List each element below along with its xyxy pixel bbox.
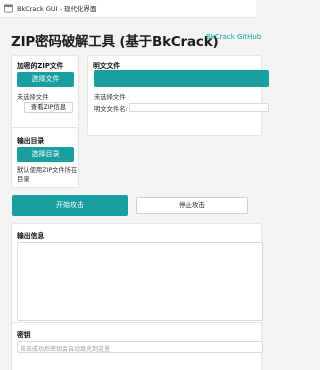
app-icon <box>4 4 13 13</box>
key-card: 密钥 攻击成功后密钥会自动填充到这里 <box>11 322 263 370</box>
window-title: BkCrack GUI - 现代化界面 <box>17 5 97 13</box>
output-log[interactable] <box>17 242 263 321</box>
select-zip-button[interactable]: 选择文件 <box>17 72 74 87</box>
title-bar: BkCrack GUI - 现代化界面 <box>0 0 256 18</box>
output-info-title: 输出信息 <box>17 232 45 240</box>
plaintext-card: 明文文件 未选择文件 明文文件名: <box>87 55 269 136</box>
encrypted-zip-title: 加密的ZIP文件 <box>17 62 64 70</box>
start-attack-button[interactable]: 开始攻击 <box>12 195 128 216</box>
output-dir-title: 输出目录 <box>17 137 45 145</box>
encrypted-zip-card: 加密的ZIP文件 选择文件 未选择文件 查看ZIP信息 <box>11 55 79 136</box>
key-input[interactable]: 攻击成功后密钥会自动填充到这里 <box>17 341 263 353</box>
select-dir-button[interactable]: 选择目录 <box>17 147 74 162</box>
page-title: ZIP密码破解工具 (基于BkCrack) <box>11 34 219 50</box>
output-dir-card: 输出目录 选择目录 默认使用ZIP文件所在目录 <box>11 127 79 188</box>
select-plaintext-button[interactable] <box>94 70 269 87</box>
plaintext-filename-input[interactable] <box>129 103 269 112</box>
stop-attack-button[interactable]: 停止攻击 <box>136 197 248 214</box>
zip-file-status: 未选择文件 <box>17 94 49 101</box>
plaintext-filename-label: 明文文件名: <box>94 106 128 113</box>
key-placeholder: 攻击成功后密钥会自动填充到这里 <box>20 346 111 353</box>
output-dir-note: 默认使用ZIP文件所在目录 <box>17 167 78 183</box>
view-zip-info-button[interactable]: 查看ZIP信息 <box>24 102 73 113</box>
key-title: 密钥 <box>17 331 31 339</box>
plaintext-file-status: 未选择文件 <box>94 94 126 101</box>
output-info-card: 输出信息 <box>11 223 263 331</box>
github-link[interactable]: BkCrack GitHub <box>206 33 261 41</box>
main-panel: ZIP密码破解工具 (基于BkCrack) BkCrack GitHub 加密的… <box>0 18 269 370</box>
plaintext-title: 明文文件 <box>93 62 121 70</box>
